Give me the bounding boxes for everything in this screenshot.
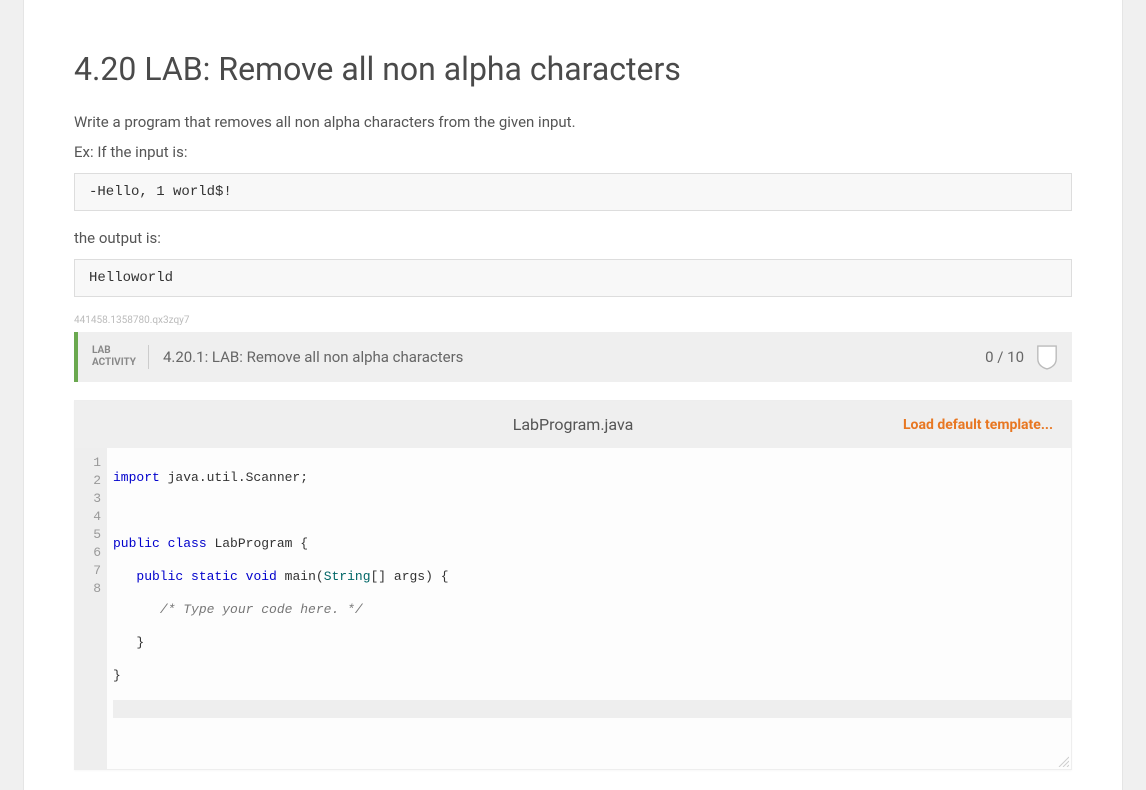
load-default-template-link[interactable]: Load default template... bbox=[813, 417, 1053, 433]
shield-icon bbox=[1036, 344, 1058, 370]
code-token bbox=[183, 569, 191, 584]
code-token bbox=[113, 602, 160, 617]
question-id: 441458.1358780.qx3zqy7 bbox=[74, 315, 1072, 326]
code-token: class bbox=[168, 536, 207, 551]
code-token: java.util.Scanner; bbox=[160, 470, 308, 485]
code-token: LabProgram { bbox=[207, 536, 308, 551]
code-token bbox=[113, 569, 136, 584]
code-content[interactable]: import java.util.Scanner; public class L… bbox=[107, 448, 1071, 769]
code-editor: LabProgram.java Load default template...… bbox=[74, 400, 1072, 770]
active-line bbox=[113, 700, 1071, 718]
code-token: static bbox=[191, 569, 238, 584]
page-container: 4.20 LAB: Remove all non alpha character… bbox=[23, 0, 1123, 790]
code-token: String bbox=[324, 569, 371, 584]
line-number: 6 bbox=[85, 544, 101, 562]
code-token: void bbox=[246, 569, 277, 584]
filename-label: LabProgram.java bbox=[333, 415, 813, 434]
code-token: } bbox=[113, 635, 144, 650]
code-token: public bbox=[136, 569, 183, 584]
example-output-label: the output is: bbox=[74, 229, 1072, 247]
line-number: 2 bbox=[85, 472, 101, 490]
line-number: 8 bbox=[85, 580, 101, 598]
intro-text: Write a program that removes all non alp… bbox=[74, 113, 1072, 131]
resize-handle-icon[interactable] bbox=[1057, 755, 1069, 767]
code-token: [] args) { bbox=[371, 569, 449, 584]
activity-header: LAB ACTIVITY 4.20.1: LAB: Remove all non… bbox=[74, 332, 1072, 382]
code-token: import bbox=[113, 470, 160, 485]
example-input-label: Ex: If the input is: bbox=[74, 143, 1072, 161]
line-number: 7 bbox=[85, 562, 101, 580]
editor-tabbar: LabProgram.java Load default template... bbox=[75, 401, 1071, 448]
activity-type-label: LAB ACTIVITY bbox=[92, 345, 149, 369]
activity-score: 0 / 10 bbox=[985, 348, 1024, 366]
line-number-gutter: 1 2 3 4 5 6 7 8 bbox=[75, 448, 107, 769]
output-example-box: Helloworld bbox=[74, 259, 1072, 297]
line-number: 1 bbox=[85, 454, 101, 472]
activity-title: 4.20.1: LAB: Remove all non alpha charac… bbox=[163, 348, 985, 366]
activity-label-top: LAB bbox=[92, 345, 136, 357]
code-token: public bbox=[113, 536, 160, 551]
code-token bbox=[238, 569, 246, 584]
input-example-box: -Hello, 1 world$! bbox=[74, 173, 1072, 211]
code-token bbox=[160, 536, 168, 551]
activity-label-bottom: ACTIVITY bbox=[92, 357, 136, 369]
line-number: 5 bbox=[85, 526, 101, 544]
code-token: main( bbox=[277, 569, 324, 584]
line-number: 3 bbox=[85, 490, 101, 508]
code-area[interactable]: 1 2 3 4 5 6 7 8 import java.util.Scanner… bbox=[75, 448, 1071, 769]
line-number: 4 bbox=[85, 508, 101, 526]
code-token: /* Type your code here. */ bbox=[160, 602, 363, 617]
code-token: } bbox=[113, 668, 121, 683]
page-title: 4.20 LAB: Remove all non alpha character… bbox=[74, 50, 1072, 88]
